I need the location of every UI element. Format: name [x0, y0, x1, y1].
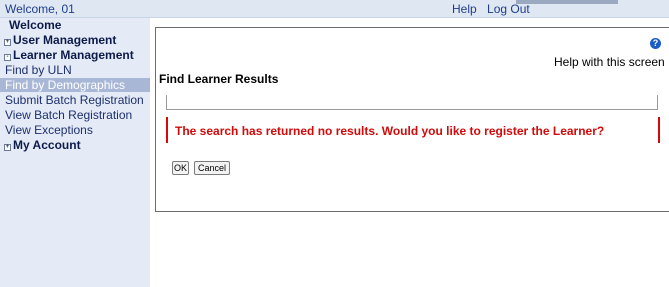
expand-icon[interactable]: +: [4, 144, 11, 151]
help-with-screen-link[interactable]: Help with this screen: [554, 55, 665, 69]
results-box: [166, 95, 658, 110]
page-title: Find Learner Results: [159, 72, 279, 86]
question-circle-icon[interactable]: ?: [650, 38, 661, 49]
sidebar-item-label: User Management: [13, 33, 117, 47]
sidebar-item-label: Find by ULN: [5, 63, 72, 77]
sidebar-item-learner-management[interactable]: - Learner Management: [0, 48, 150, 62]
sidebar-item-find-by-uln[interactable]: Find by ULN: [0, 63, 150, 77]
sidebar-item-label: My Account: [13, 138, 81, 152]
sidebar-item-view-batch-registration[interactable]: View Batch Registration: [0, 108, 150, 122]
error-message: The search has returned no results. Woul…: [166, 117, 660, 143]
ok-button[interactable]: OK: [172, 161, 189, 175]
sidebar-item-my-account[interactable]: + My Account: [0, 138, 150, 152]
sidebar-item-label: Welcome: [9, 18, 62, 32]
sidebar-item-submit-batch-registration[interactable]: Submit Batch Registration: [0, 93, 150, 107]
content-panel: ? Help with this screen Find Learner Res…: [155, 27, 669, 212]
expand-icon[interactable]: +: [4, 39, 11, 46]
welcome-text: Welcome, 01: [5, 2, 75, 16]
top-bar-accent: [516, 0, 618, 4]
collapse-icon[interactable]: -: [4, 54, 11, 61]
sidebar-item-view-exceptions[interactable]: View Exceptions: [0, 123, 150, 137]
sidebar-item-user-management[interactable]: + User Management: [0, 33, 150, 47]
logout-link[interactable]: Log Out: [487, 2, 530, 16]
sidebar-item-find-by-demographics[interactable]: Find by Demographics: [0, 78, 150, 92]
cancel-button[interactable]: Cancel: [194, 161, 230, 175]
sidebar: Welcome + User Management - Learner Manage…: [0, 18, 150, 287]
sidebar-item-label: Find by Demographics: [5, 78, 126, 92]
top-bar: Welcome, 01 Help Log Out: [0, 0, 669, 18]
sidebar-item-label: View Batch Registration: [5, 108, 133, 122]
sidebar-item-welcome[interactable]: Welcome: [0, 18, 150, 32]
top-links: Help Log Out: [452, 2, 537, 16]
sidebar-item-label: Submit Batch Registration: [5, 93, 144, 107]
error-text: The search has returned no results. Woul…: [175, 124, 605, 138]
help-link[interactable]: Help: [452, 2, 477, 16]
sidebar-item-label: Learner Management: [13, 48, 134, 62]
sidebar-item-label: View Exceptions: [5, 123, 93, 137]
